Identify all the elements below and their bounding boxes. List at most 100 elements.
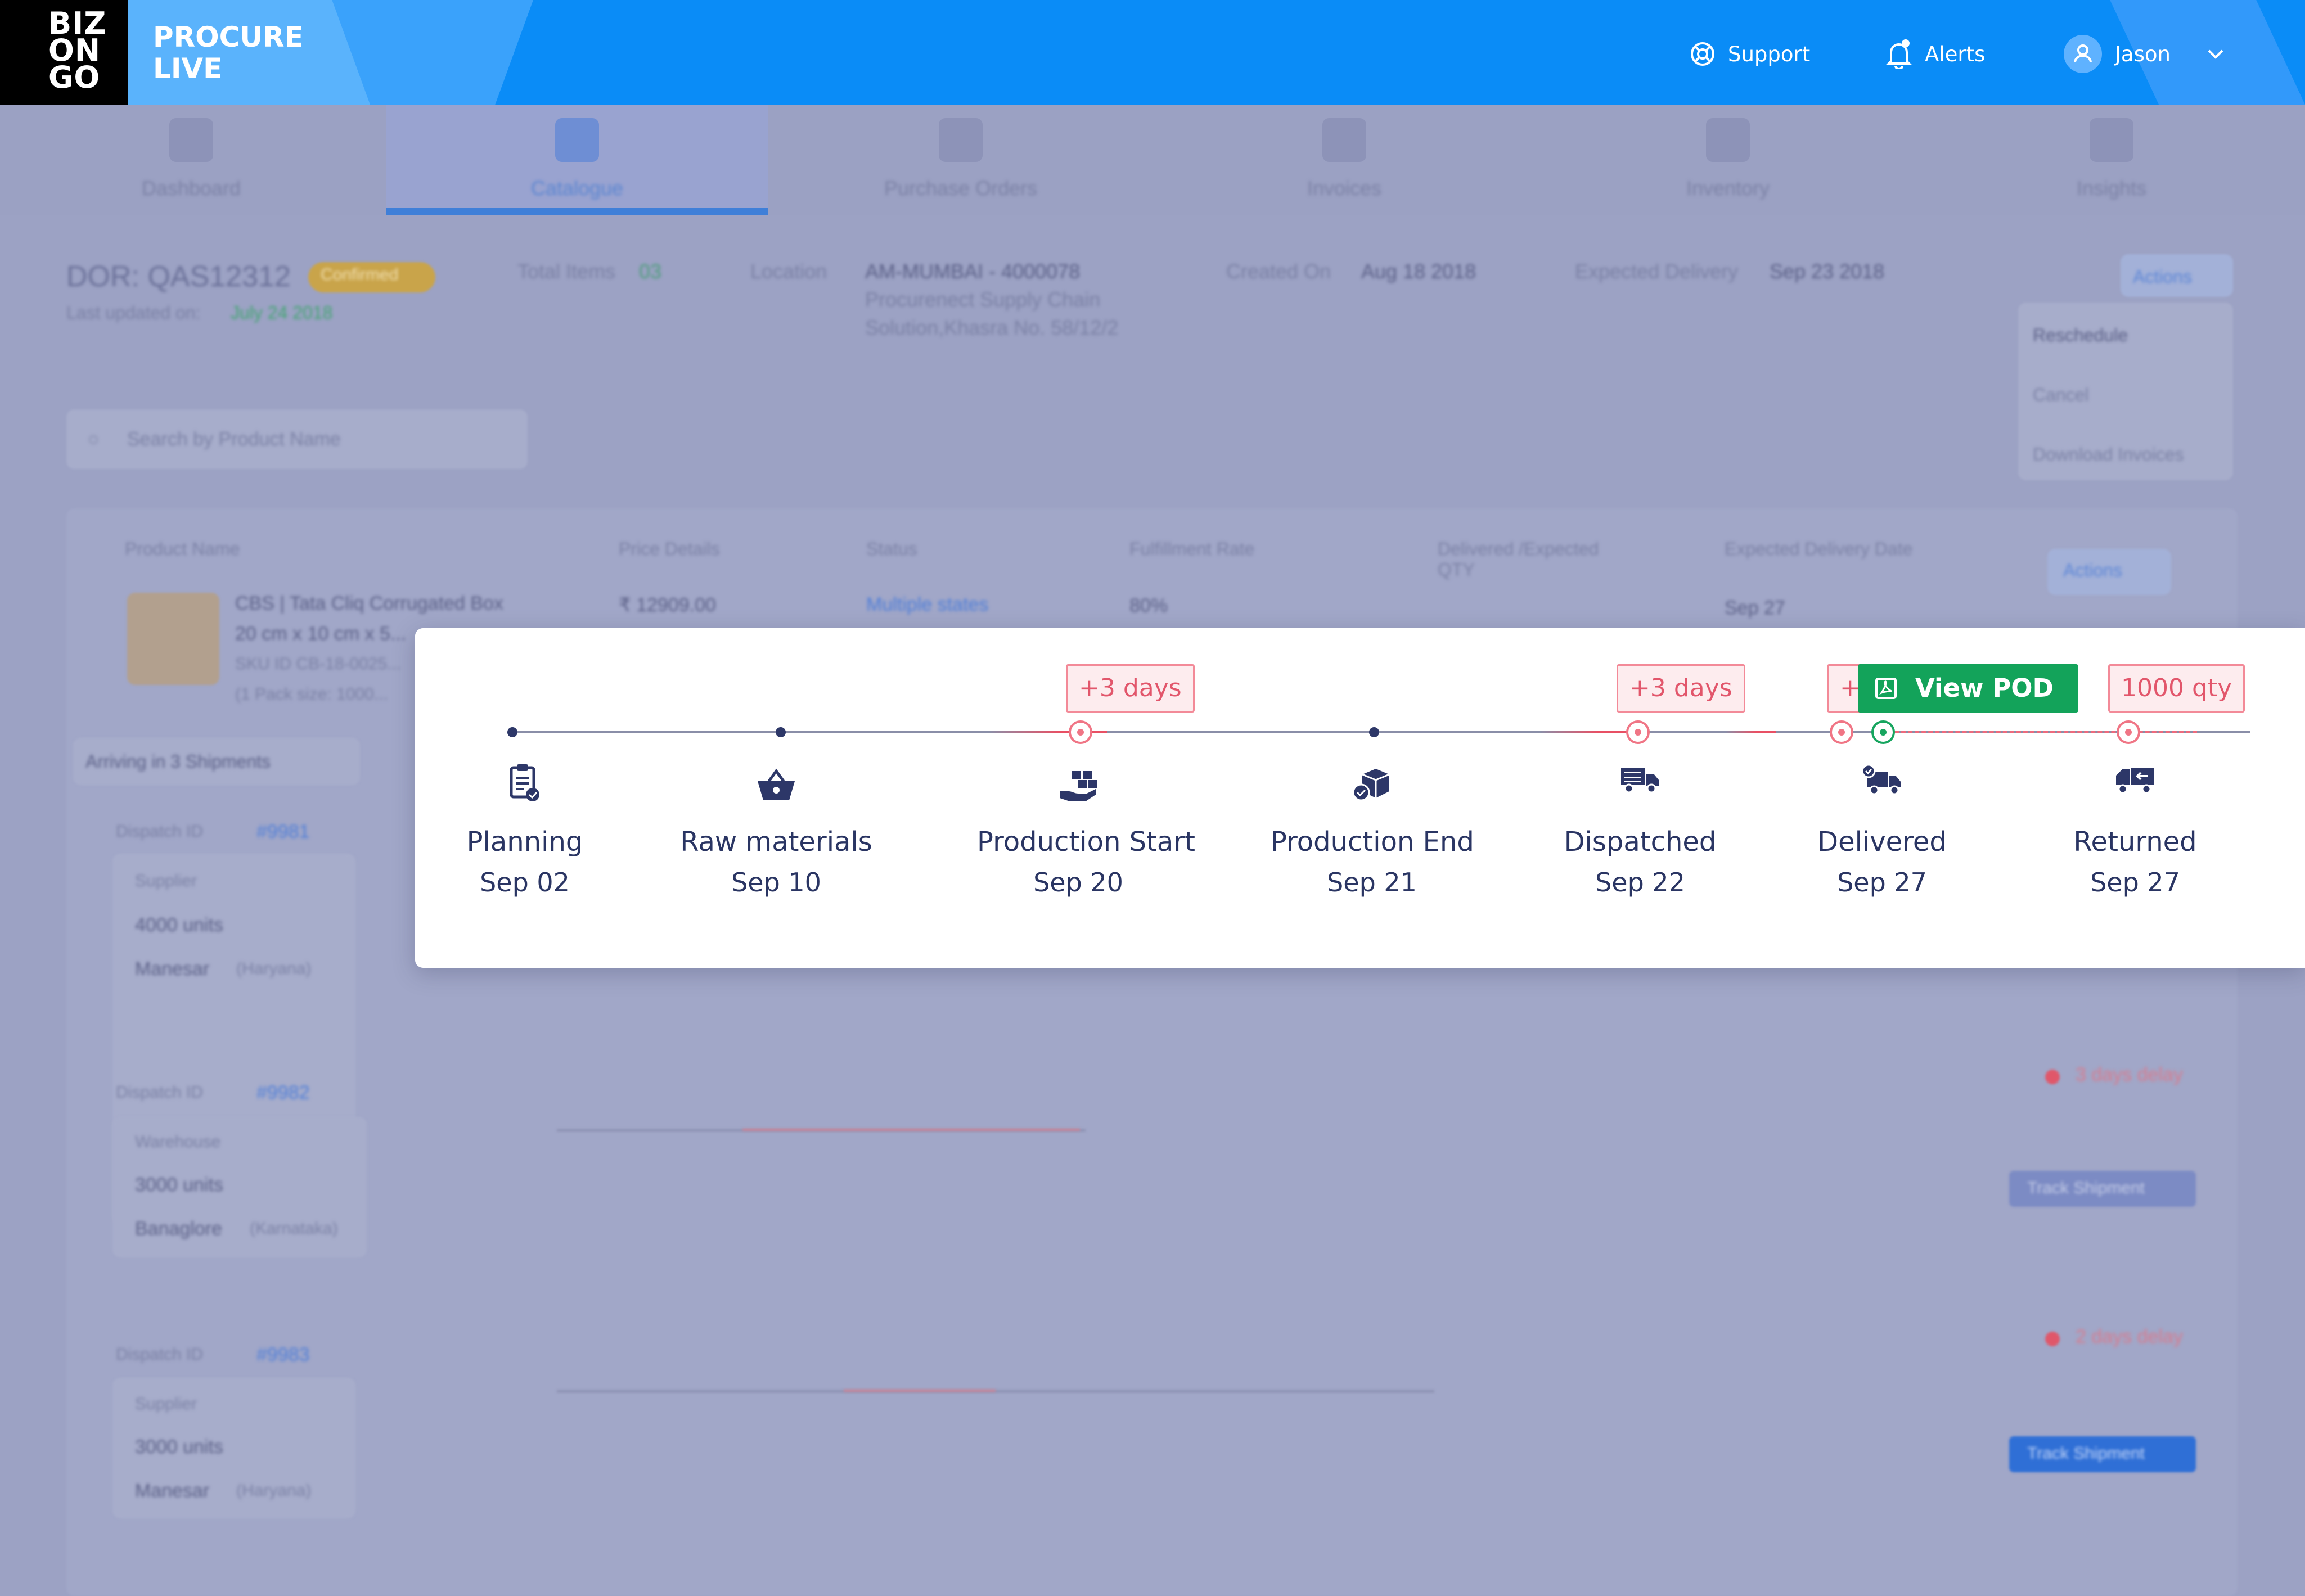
step-date: Sep 21 [1327, 867, 1417, 898]
column-header: Expected Delivery Date [1725, 539, 1913, 559]
total-items-label: Total Items [517, 260, 616, 283]
dispatch-id-label: Dispatch ID [116, 1083, 204, 1102]
status-link[interactable]: Multiple states [866, 594, 988, 616]
logo-line: GO [48, 60, 101, 95]
truck-delivered-icon [1862, 764, 1901, 795]
timeline-delay-node [1069, 720, 1092, 744]
menu-item-download-invoices[interactable]: Download Invoices [2033, 444, 2184, 465]
menu-item-reschedule[interactable]: Reschedule [2033, 325, 2128, 346]
timeline-node [776, 727, 786, 737]
shipment-units: 3000 units [135, 1436, 223, 1458]
delay-indicator: 2 days delay [2076, 1326, 2183, 1347]
view-pod-button[interactable]: View POD [1858, 664, 2078, 713]
top-navigation-bar: BIZ ON GO PROCURE LIVE Support Alerts Ja… [0, 0, 2305, 105]
step-production-start: Production Start Sep 20 [977, 758, 1195, 898]
user-menu[interactable]: Jason [2063, 35, 2237, 73]
clipboard-check-icon [510, 764, 539, 801]
tab-label: Inventory [1686, 177, 1770, 200]
tab-label: Insights [2076, 177, 2147, 200]
tab-inventory[interactable]: Inventory [1537, 105, 1919, 215]
location-value: AM-MUMBAI - 4000078 [865, 260, 1081, 283]
shipment-units: 4000 units [135, 914, 223, 936]
menu-item-cancel[interactable]: Cancel [2033, 385, 2089, 405]
lifebuoy-icon [1691, 42, 1714, 66]
location-label: Location [750, 260, 827, 283]
step-raw-materials: Raw materials Sep 10 [675, 758, 877, 898]
step-name: Production End [1271, 826, 1474, 858]
step-date: Sep 22 [1595, 867, 1685, 898]
dispatch-id-link[interactable]: #9982 [256, 1082, 310, 1104]
shipment-source: Warehouse [135, 1133, 221, 1151]
delivery-date: Sep 27 [1725, 597, 1785, 619]
column-header: Fulfillment Rate [1129, 539, 1255, 559]
tab-dashboard[interactable]: Dashboard [0, 105, 382, 215]
avatar-icon [2064, 35, 2102, 73]
shipments-dropdown-label: Arriving in 3 Shipments [85, 751, 271, 772]
timeline-delivered-node [1871, 720, 1895, 744]
bell-icon [1886, 39, 1912, 69]
dispatch-id-link[interactable]: #9981 [256, 821, 310, 843]
tab-insights[interactable]: Insights [1920, 105, 2303, 215]
shipment-delay-line [742, 1129, 1080, 1131]
timeline-delay-node [1830, 720, 1853, 744]
product-brand: PROCURE LIVE [153, 21, 304, 84]
column-header: Product Name [125, 539, 240, 559]
catalogue-icon [555, 118, 599, 162]
truck-icon [1621, 768, 1659, 794]
invoices-icon [1322, 118, 1366, 162]
track-shipment-label: Track Shipment [2027, 1179, 2145, 1197]
created-on-value: Aug 18 2018 [1361, 260, 1476, 283]
shipment-timeline-line [557, 1390, 1434, 1392]
expected-delivery-value: Sep 23 2018 [1770, 260, 1885, 283]
shipment-city: Banaglore [135, 1218, 223, 1239]
column-header: Price Details [619, 539, 720, 559]
bizongo-logo[interactable]: BIZ ON GO [0, 0, 128, 105]
step-name: Delivered [1817, 826, 1947, 858]
tab-catalogue[interactable]: Catalogue [386, 105, 768, 215]
shipment-state: (Karnataka) [250, 1219, 338, 1238]
step-date: Sep 27 [2090, 867, 2180, 898]
timeline-return-node [2117, 720, 2140, 744]
step-name: Returned [2073, 826, 2197, 858]
box-check-icon [1352, 769, 1390, 801]
alerts-link[interactable]: Alerts [1885, 38, 1985, 70]
shipment-source: Supplier [135, 1395, 197, 1413]
column-header: Status [866, 539, 917, 559]
last-updated-value: July 24 2018 [231, 303, 333, 323]
actions-label: Actions [2133, 267, 2192, 287]
dispatch-id-link[interactable]: #9983 [256, 1344, 310, 1366]
product-name[interactable]: CBS | Tata Cliq Corrugated Box [235, 593, 503, 615]
shipment-city: Manesar [135, 1480, 210, 1502]
timeline-delay-segment [1726, 731, 1776, 733]
delay-indicator: 3 days delay [2076, 1064, 2183, 1085]
tab-purchase-orders[interactable]: Purchase Orders [769, 105, 1152, 215]
step-date: Sep 27 [1837, 867, 1927, 898]
shipment-source: Supplier [135, 872, 197, 890]
timeline-delay-segment [1540, 731, 1637, 733]
step-production-end: Production End Sep 21 [1271, 758, 1474, 898]
column-header: Delivered /Expected QTY [1438, 539, 1599, 580]
tab-invoices[interactable]: Invoices [1153, 105, 1536, 215]
search-placeholder: Search by Product Name [127, 429, 341, 450]
support-link[interactable]: Support [1690, 38, 1810, 70]
shipment-state: (Haryana) [236, 1481, 312, 1500]
step-delivered: Delivered Sep 27 [1781, 758, 1983, 898]
chevron-down-icon[interactable] [2207, 48, 2225, 60]
alerts-label: Alerts [1925, 42, 1986, 66]
expected-delivery-label: Expected Delivery [1575, 260, 1739, 283]
main-tabs: Dashboard Catalogue Purchase Orders Invo… [0, 105, 2305, 215]
timeline-return-segment [1888, 731, 2197, 733]
product-sku: SKU ID CB-18-0025... [235, 655, 402, 673]
order-id: DOR: QAS12312 [66, 260, 291, 293]
product-dimensions: 20 cm x 10 cm x 5... [235, 623, 407, 644]
location-line: Procurenect Supply Chain [865, 288, 1101, 311]
step-planning: Planning Sep 02 [424, 758, 626, 898]
return-qty-tag: 1000 qty [2108, 664, 2245, 713]
tab-label: Purchase Orders [884, 177, 1038, 200]
track-shipment-label: Track Shipment [2027, 1444, 2145, 1463]
shipment-timeline-popup: +3 days +3 days + View POD 1000 qty Plan… [415, 628, 2305, 968]
user-name: Jason [2115, 42, 2171, 66]
last-updated-label: Last updated on: [66, 303, 201, 323]
step-date: Sep 02 [480, 867, 570, 898]
dashboard-icon [169, 118, 213, 162]
